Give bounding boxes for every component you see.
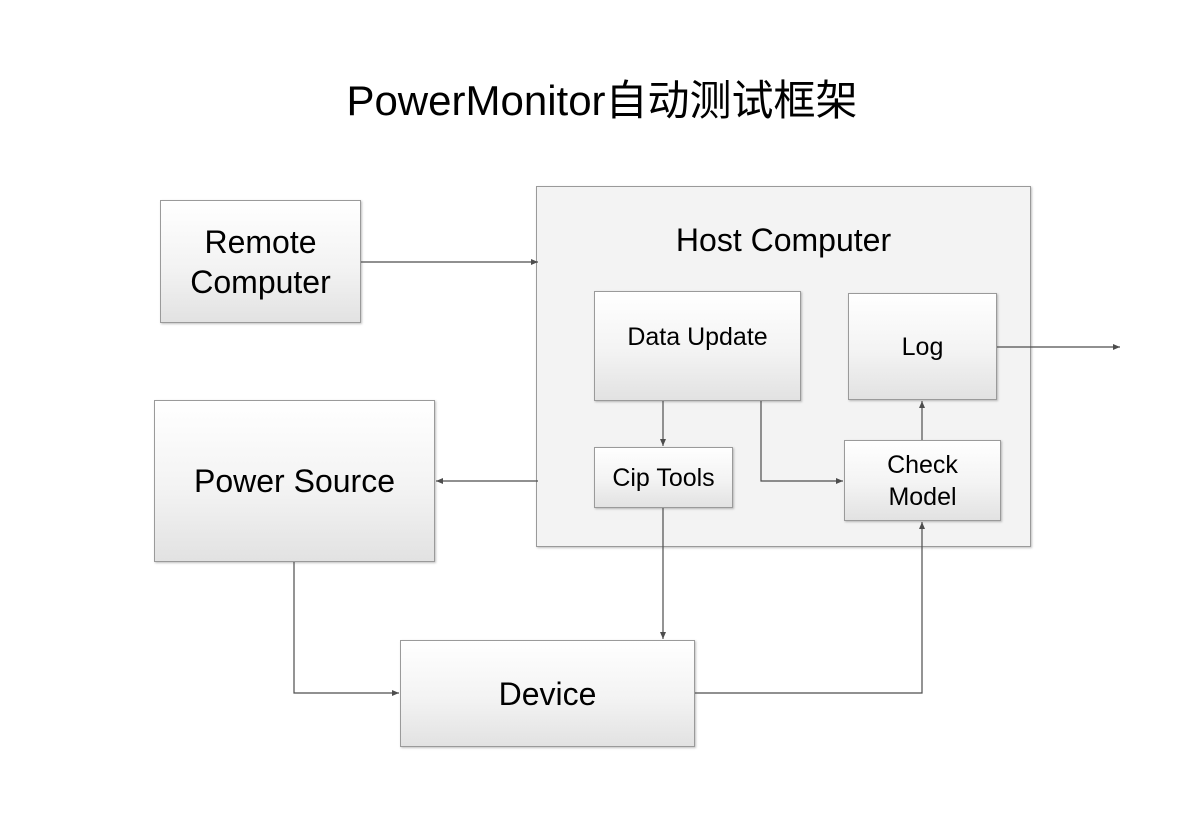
- arrow-power-to-device: [293, 562, 399, 696]
- connector-lines: [293, 259, 1120, 696]
- arrow-device-to-checkmodel: [695, 522, 925, 694]
- arrow-dataupdate-to-checkmodel: [760, 401, 843, 484]
